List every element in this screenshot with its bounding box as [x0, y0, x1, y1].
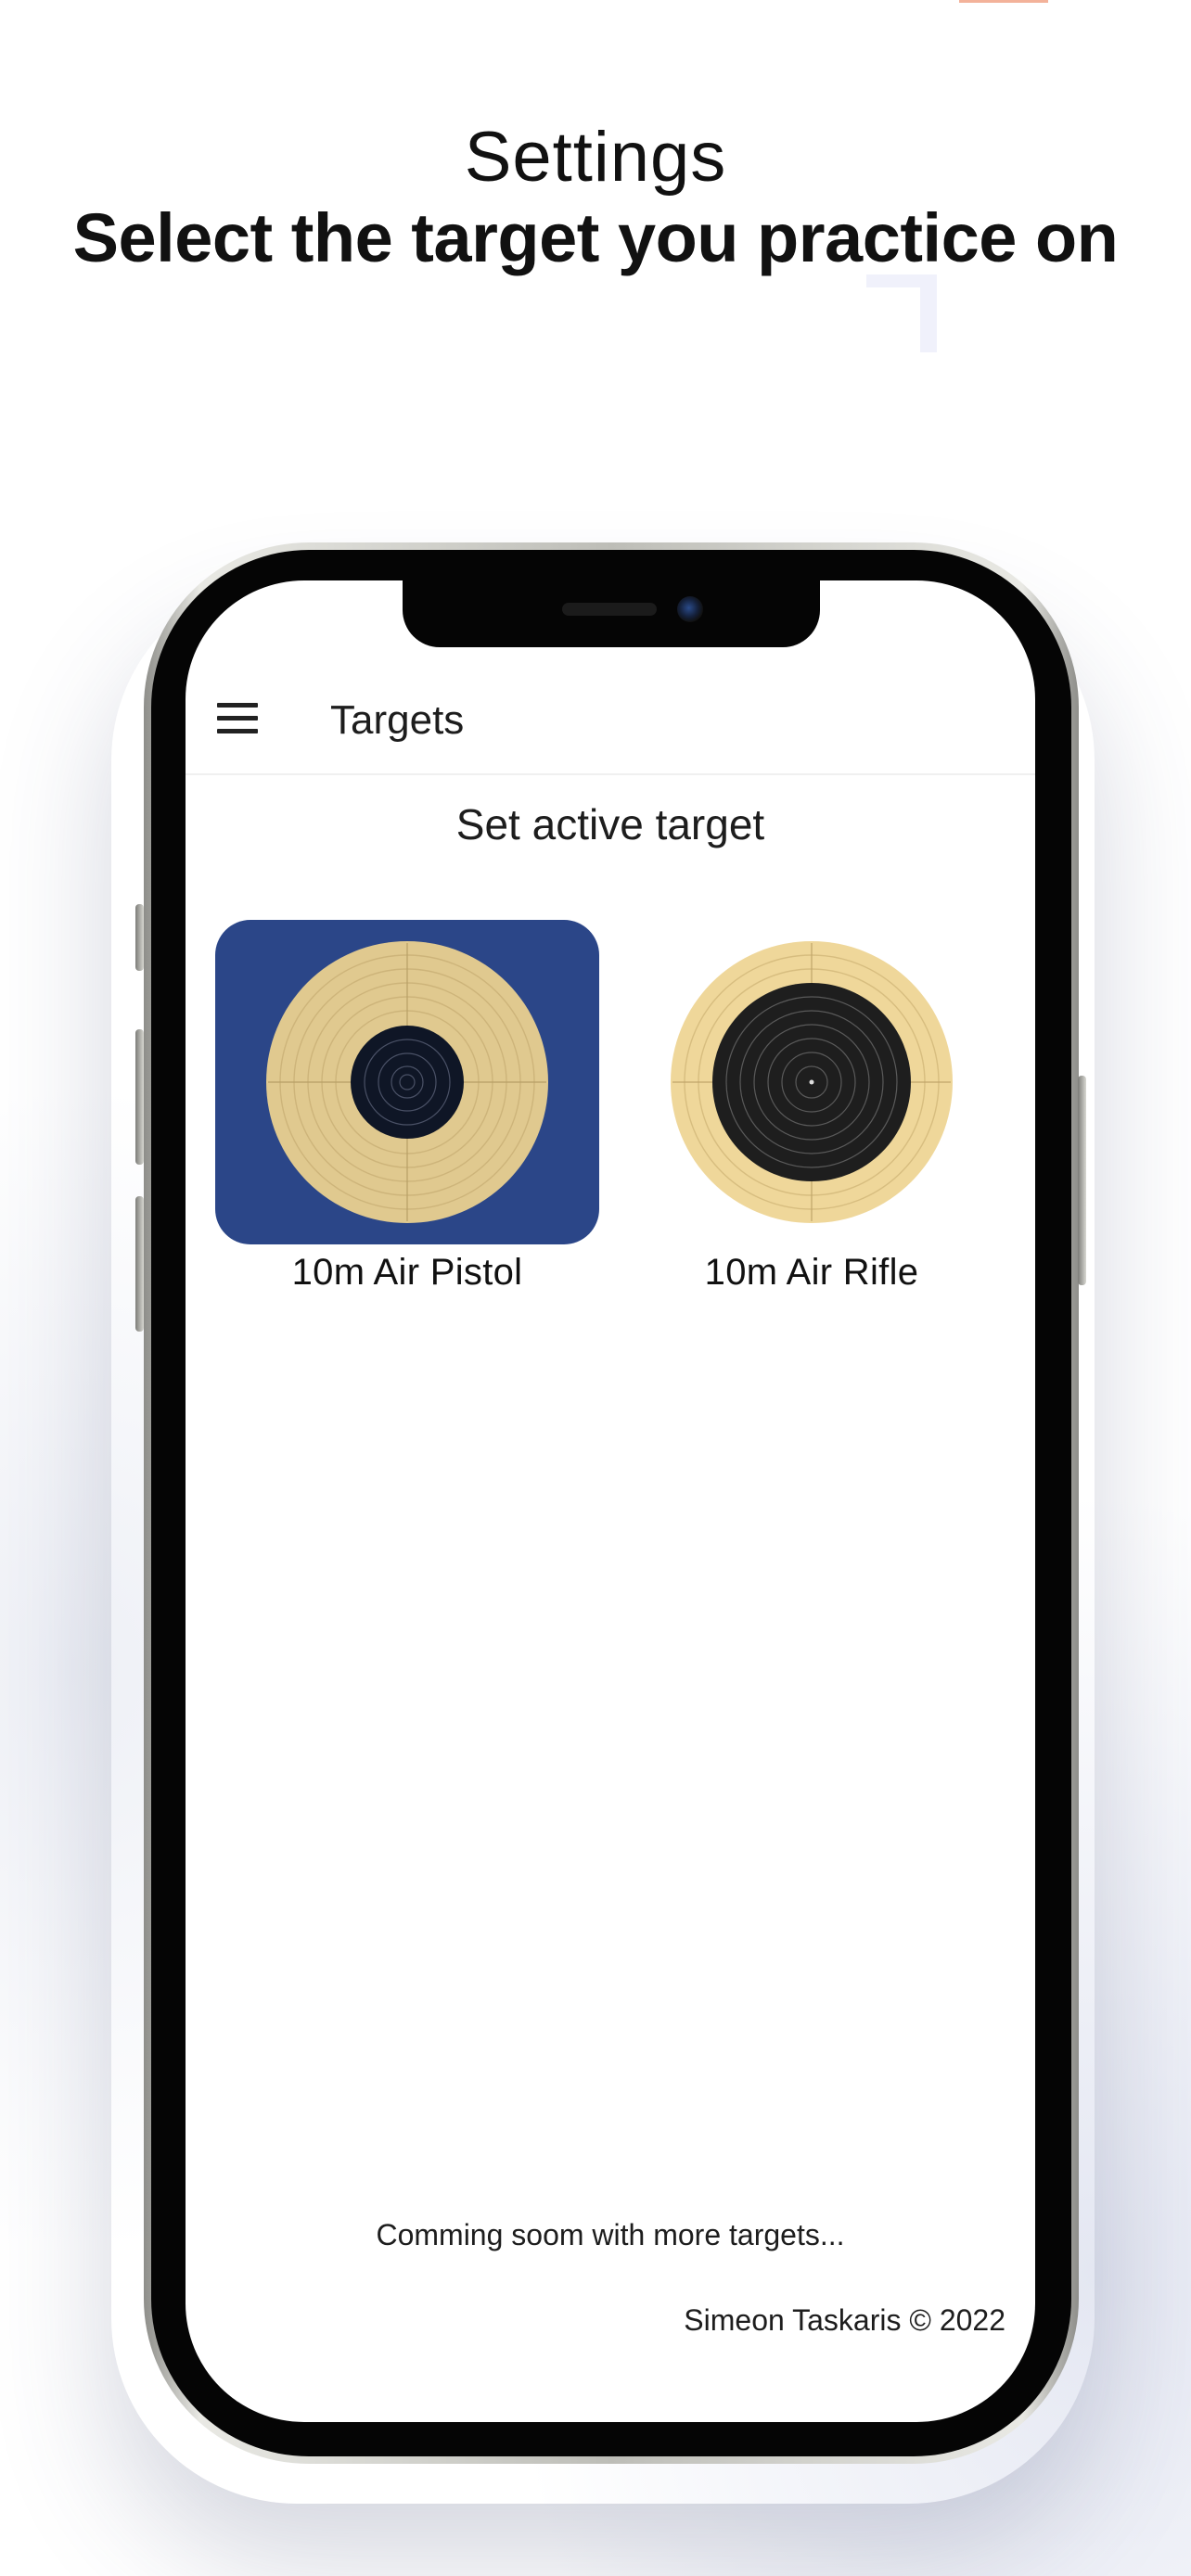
top-accent-bar [959, 0, 1048, 3]
mute-switch [135, 904, 144, 971]
air-pistol-target-face [266, 941, 548, 1223]
front-camera [677, 596, 703, 622]
air-pistol-label: 10m Air Pistol [291, 1252, 523, 1293]
phone-notch [403, 580, 820, 647]
target-option-air-rifle[interactable]: 10m Air Rifle [620, 920, 1004, 1294]
air-rifle-label: 10m Air Rifle [704, 1252, 919, 1293]
air-rifle-target-image [620, 920, 1004, 1244]
headline-subtitle: Select the target you practice on [72, 199, 1119, 276]
section-title: Set active target [455, 800, 765, 848]
air-pistol-target-image [215, 920, 599, 1244]
phone-screen: Targets Set active target 10m Air Pistol… [186, 580, 1035, 2422]
app-bar: Targets [186, 664, 1035, 775]
volume-down-button [135, 1196, 144, 1332]
hamburger-menu-icon[interactable] [217, 703, 258, 734]
speaker-grille [562, 603, 657, 616]
coming-soon-note: Comming soom with more targets... [376, 2218, 845, 2251]
power-button [1078, 1076, 1086, 1285]
copyright-text: Simeon Taskaris © 2022 [684, 2303, 1005, 2337]
headline-title: Settings [464, 118, 727, 197]
air-rifle-target-face [671, 941, 953, 1223]
decorative-bracket [866, 274, 937, 352]
app-bar-title: Targets [330, 697, 465, 743]
volume-up-button [135, 1029, 144, 1165]
target-option-air-pistol[interactable]: 10m Air Pistol [215, 920, 599, 1294]
